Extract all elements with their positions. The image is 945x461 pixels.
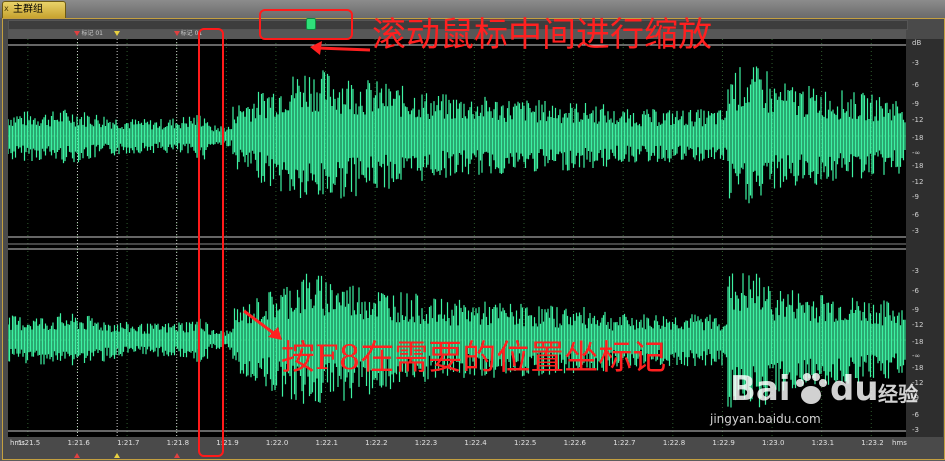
close-icon[interactable]: x [4,4,9,14]
time-tick-label: 1:21.6 [67,439,90,447]
time-tick-label: 1:22.6 [563,439,586,447]
time-tick-label: 1:22.0 [265,439,289,447]
time-tick-label: 1:21.7 [117,439,140,447]
watermark-brand-2: du [830,369,879,409]
tab-main-group[interactable]: x 主群组 [2,1,66,18]
db-tick-label: -∞ [912,352,921,361]
watermark-site-cn: 经验 [878,382,918,406]
db-tick-label: -6 [912,287,919,296]
annotation-marker-hint: 按F8在需要的位置坐标记 [281,338,667,378]
annotation-scroll-hint: 滚动鼠标中间进行缩放 [372,15,712,55]
time-tick-label: 1:22.9 [712,439,735,447]
paw-icon [796,373,827,404]
db-tick-label: -12 [912,177,924,186]
db-tick-label: -6 [912,211,919,220]
arrow-icon-scroll [310,41,371,55]
time-tick-label: 1:22.4 [464,439,487,447]
tab-label: 主群组 [13,4,43,15]
db-tick-label: -∞ [912,148,921,157]
time-tick-label: 1:22.7 [613,439,636,447]
baidu-jingyan-watermark: Bai du 经验 jingyan.baidu.com [710,368,930,428]
time-tick-label: 1:22.5 [513,439,537,447]
time-tick-label: 1:23.0 [762,439,785,447]
time-tick-label: 1:22.3 [414,439,438,447]
db-tick-label: -18 [912,134,924,142]
time-tick-label: 1:22.8 [662,439,686,447]
annotation-box-marker [198,28,224,457]
marker-flag[interactable] [74,31,81,36]
watermark-brand: Bai [730,369,791,409]
marker-label: 标记 01 [81,30,103,37]
time-tick-label: 1:21.8 [166,439,190,447]
db-tick-label: -9 [912,193,919,202]
db-tick-label: -18 [912,338,924,346]
time-tick-label: 1:23.1 [811,439,835,447]
db-tick-label: -12 [912,321,924,330]
marker-bottom-flag[interactable] [173,453,180,458]
time-unit-right: hms [892,439,907,447]
db-tick-label: -12 [912,116,924,125]
marker-flag[interactable] [114,31,121,36]
db-tick-label: -3 [912,266,919,275]
time-tick-label: 1:22.2 [365,439,388,447]
watermark-url: jingyan.baidu.com [710,412,821,426]
time-tick-label: 1:23.2 [861,439,884,447]
time-tick-label: 1:22.1 [315,439,338,447]
time-tick-label: 1:21.5 [17,439,41,447]
marker-flag[interactable] [173,31,180,36]
db-tick-label: -6 [912,80,919,89]
db-tick-label: -3 [912,58,919,67]
waveform-channel-left [8,66,906,204]
db-tick-label: -9 [912,100,919,109]
db-unit-label: dB [912,39,922,47]
marker-bottom-flag[interactable] [114,453,121,458]
db-tick-label: -18 [912,161,924,170]
db-tick-label: -3 [912,227,919,236]
audition-window: x 主群组 标记 01 标记 01 dB -3 -6 -9 -12 -18 -∞ -18 -12-… [0,0,945,461]
db-tick-label: -9 [912,306,919,315]
marker-bottom-flag[interactable] [74,453,81,458]
